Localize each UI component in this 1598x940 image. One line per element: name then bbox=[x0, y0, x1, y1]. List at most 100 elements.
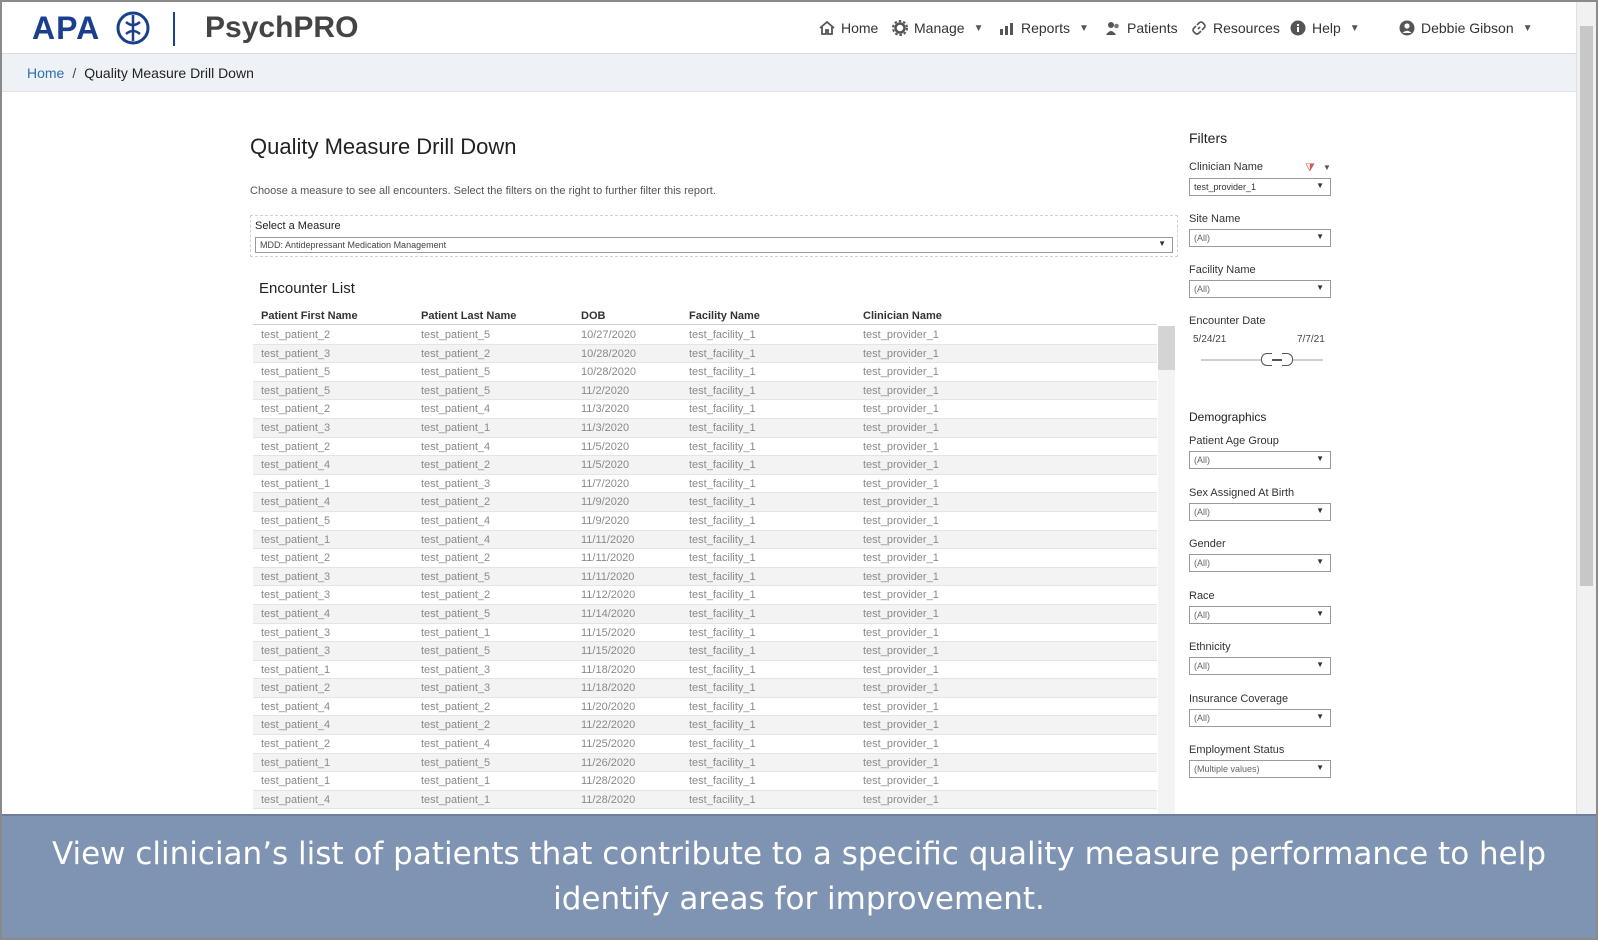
date-slider-end-handle[interactable] bbox=[1282, 353, 1293, 366]
table-body: test_patient_2 test_patient_5 10/27/2020 te… bbox=[253, 326, 1157, 810]
table-row[interactable]: test_patient_3 test_patient_2 11/12/2020 te… bbox=[253, 586, 1157, 605]
table-cell: 11/26/2020 bbox=[581, 756, 636, 769]
clinician-name-select[interactable]: test_provider_1 ▼ bbox=[1189, 178, 1331, 196]
facility-name-select[interactable]: (All) ▼ bbox=[1189, 280, 1331, 298]
column-header[interactable]: Clinician Name bbox=[863, 310, 942, 322]
table-row[interactable]: test_patient_5 test_patient_5 11/2/2020 tes… bbox=[253, 381, 1157, 401]
table-cell: 11/15/2020 bbox=[581, 645, 636, 658]
nav-reports[interactable]: Reports ▼ bbox=[999, 20, 1089, 36]
nav-patients[interactable]: Patients bbox=[1105, 20, 1178, 36]
table-cell: test_provider_1 bbox=[863, 607, 939, 620]
table-row[interactable]: test_patient_2 test_patient_5 10/27/2020 te… bbox=[253, 326, 1157, 345]
clear-filter-icon[interactable]: ⧩ bbox=[1305, 162, 1315, 175]
measure-select[interactable]: MDD: Antidepressant Medication Managemen… bbox=[255, 237, 1173, 253]
ethnicity-select[interactable]: (All) ▼ bbox=[1189, 657, 1331, 675]
table-row[interactable]: test_patient_1 test_patient_3 11/7/2020 tes… bbox=[253, 475, 1157, 494]
table-row[interactable]: test_patient_2 test_patient_2 11/11/2020 te… bbox=[253, 549, 1157, 568]
psychpro-logo[interactable]: PsychPRO bbox=[205, 11, 358, 45]
column-header[interactable]: Facility Name bbox=[689, 310, 760, 322]
sex-assigned-at-birth-select[interactable]: (All) ▼ bbox=[1189, 503, 1331, 521]
race-select[interactable]: (All) ▼ bbox=[1189, 606, 1331, 624]
date-slider-start-handle[interactable] bbox=[1261, 353, 1272, 366]
table-cell: test_patient_1 bbox=[261, 775, 331, 788]
table-row[interactable]: test_patient_2 test_patient_4 11/5/2020 tes… bbox=[253, 438, 1157, 457]
table-row[interactable]: test_patient_5 test_patient_5 10/28/2020 te… bbox=[253, 363, 1157, 382]
table-cell: test_facility_1 bbox=[689, 347, 756, 360]
link-icon bbox=[1192, 21, 1206, 35]
table-cell: test_facility_1 bbox=[689, 384, 756, 397]
nav-user-menu[interactable]: Debbie Gibson ▼ bbox=[1399, 20, 1533, 36]
table-row[interactable]: test_patient_3 test_patient_5 11/11/2020 te… bbox=[253, 567, 1157, 587]
table-row[interactable]: test_patient_4 test_patient_2 11/9/2020 tes… bbox=[253, 493, 1157, 512]
table-cell: test_patient_4 bbox=[421, 440, 491, 453]
page-scrollbar[interactable] bbox=[1576, 2, 1596, 814]
table-cell: test_facility_1 bbox=[689, 626, 756, 639]
table-row[interactable]: test_patient_3 test_patient_2 10/28/2020 te… bbox=[253, 344, 1157, 364]
table-cell: test_patient_5 bbox=[261, 384, 331, 397]
table-cell: test_provider_1 bbox=[863, 756, 939, 769]
column-header[interactable]: DOB bbox=[581, 310, 605, 322]
page-description: Choose a measure to see all encounters. … bbox=[250, 185, 716, 197]
table-row[interactable]: test_patient_4 test_patient_2 11/20/2020 te… bbox=[253, 698, 1157, 717]
table-row[interactable]: test_patient_4 test_patient_2 11/22/2020 te… bbox=[253, 716, 1157, 736]
table-cell: test_provider_1 bbox=[863, 384, 939, 397]
table-cell: test_provider_1 bbox=[863, 775, 939, 788]
facility-name-label: Facility Name bbox=[1189, 264, 1256, 276]
table-row[interactable]: test_patient_1 test_patient_5 11/26/2020 te… bbox=[253, 753, 1157, 773]
table-cell: 10/27/2020 bbox=[581, 329, 637, 341]
site-name-select[interactable]: (All) ▼ bbox=[1189, 229, 1331, 247]
nav-resources[interactable]: Resources bbox=[1191, 20, 1280, 36]
gender-select[interactable]: (All) ▼ bbox=[1189, 554, 1331, 572]
table-row[interactable]: test_patient_2 test_patient_4 11/3/2020 tes… bbox=[253, 400, 1157, 419]
table-row[interactable]: test_patient_3 test_patient_1 11/3/2020 tes… bbox=[253, 418, 1157, 438]
table-row[interactable]: test_patient_2 test_patient_4 11/25/2020 te… bbox=[253, 735, 1157, 754]
table-cell: 11/11/2020 bbox=[581, 533, 635, 546]
column-header[interactable]: Patient Last Name bbox=[421, 310, 516, 322]
table-cell: test_patient_2 bbox=[421, 589, 491, 602]
table-cell: test_patient_2 bbox=[261, 682, 331, 695]
nav-manage[interactable]: Manage ▼ bbox=[892, 20, 984, 36]
apa-logo[interactable]: APA bbox=[32, 10, 100, 47]
table-cell: test_facility_1 bbox=[689, 514, 756, 527]
breadcrumb-home-link[interactable]: Home bbox=[27, 65, 64, 81]
table-row[interactable]: test_patient_3 test_patient_1 11/15/2020 te… bbox=[253, 624, 1157, 643]
chevron-down-icon[interactable]: ▼ bbox=[1323, 163, 1331, 172]
employment-status-select[interactable]: (Multiple values) ▼ bbox=[1189, 760, 1331, 778]
table-cell: test_patient_2 bbox=[421, 552, 491, 565]
nav-manage-label: Manage bbox=[914, 20, 965, 36]
table-cell: test_provider_1 bbox=[863, 682, 939, 695]
table-row[interactable]: test_patient_5 test_patient_4 11/9/2020 tes… bbox=[253, 512, 1157, 531]
site-name-value: (All) bbox=[1194, 233, 1210, 243]
nav-home[interactable]: Home bbox=[819, 20, 878, 36]
table-row[interactable]: test_patient_4 test_patient_1 11/28/2020 te… bbox=[253, 790, 1157, 810]
table-row[interactable]: test_patient_4 test_patient_5 11/14/2020 te… bbox=[253, 604, 1157, 624]
table-row[interactable]: test_patient_1 test_patient_1 11/28/2020 te… bbox=[253, 772, 1157, 791]
column-header[interactable]: Patient First Name bbox=[261, 310, 358, 322]
chevron-down-icon: ▼ bbox=[1522, 22, 1533, 34]
table-row[interactable]: test_patient_4 test_patient_2 11/5/2020 tes… bbox=[253, 456, 1157, 475]
table-cell: test_patient_4 bbox=[421, 533, 491, 546]
table-cell: test_patient_2 bbox=[421, 347, 491, 360]
nav-help[interactable]: Help ▼ bbox=[1290, 20, 1360, 36]
table-scrollbar[interactable] bbox=[1158, 326, 1175, 814]
table-row[interactable]: test_patient_1 test_patient_4 11/11/2020 te… bbox=[253, 530, 1157, 550]
employment-status-value: (Multiple values) bbox=[1194, 764, 1260, 774]
table-cell: 11/18/2020 bbox=[581, 682, 636, 695]
insurance-coverage-label: Insurance Coverage bbox=[1189, 693, 1289, 705]
table-row[interactable]: test_patient_3 test_patient_5 11/15/2020 te… bbox=[253, 642, 1157, 661]
page-scrollbar-thumb[interactable] bbox=[1580, 26, 1593, 586]
table-cell: 11/2/2020 bbox=[581, 384, 630, 397]
insurance-coverage-select[interactable]: (All) ▼ bbox=[1189, 709, 1331, 727]
bar-chart-icon bbox=[1000, 23, 1013, 35]
table-row[interactable]: test_patient_1 test_patient_3 11/18/2020 te… bbox=[253, 661, 1157, 680]
table-cell: test_patient_1 bbox=[421, 421, 491, 434]
encounter-date-to: 7/7/21 bbox=[1297, 334, 1325, 345]
table-cell: test_patient_3 bbox=[421, 682, 491, 695]
table-row[interactable]: test_patient_2 test_patient_3 11/18/2020 te… bbox=[253, 679, 1157, 698]
table-cell: test_patient_2 bbox=[421, 719, 491, 732]
insurance-coverage-value: (All) bbox=[1194, 713, 1210, 723]
table-cell: test_provider_1 bbox=[863, 329, 939, 341]
patient-age-group-select[interactable]: (All) ▼ bbox=[1189, 451, 1331, 469]
table-scrollbar-thumb[interactable] bbox=[1158, 326, 1175, 370]
apa-seal-icon bbox=[116, 11, 150, 45]
